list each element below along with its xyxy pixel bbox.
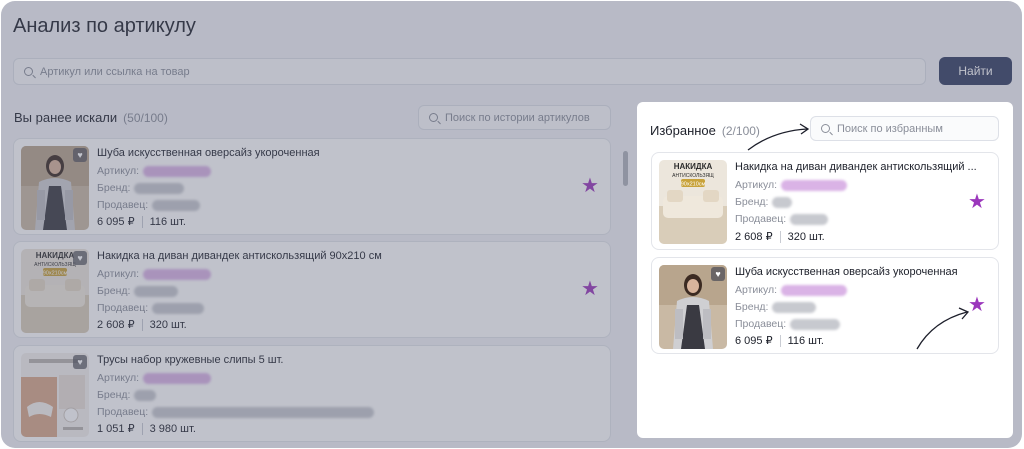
brand-row: Бренд: <box>735 196 793 208</box>
price-row: 6 095 ₽ 116 шт. <box>97 215 186 228</box>
search-placeholder: Артикул или ссылка на товар <box>40 65 190 78</box>
history-search-placeholder: Поиск по истории артикулов <box>445 111 590 124</box>
history-title: Вы ранее искали (50/100) <box>14 110 168 125</box>
brand-label: Бренд: <box>97 285 131 297</box>
price: 2 608 ₽ <box>97 319 135 331</box>
favorites-search-placeholder: Поиск по избранным <box>837 122 943 135</box>
article-row: Артикул: <box>735 284 848 296</box>
find-button[interactable]: Найти <box>939 57 1012 85</box>
seller-label: Продавец: <box>735 213 787 225</box>
product-title: Шуба искусственная оверсайз укороченная <box>97 147 320 159</box>
heart-icon[interactable]: ♥ <box>73 148 87 162</box>
page-title: Анализ по артикулу <box>13 15 196 37</box>
history-item[interactable]: ♥ Трусы набор кружевные слипы 5 шт. Арти… <box>13 345 611 442</box>
svg-text:АНТИСКОЛЬЗЯЩ: АНТИСКОЛЬЗЯЩ <box>672 173 714 179</box>
price-row: 2 608 ₽ 320 шт. <box>97 318 187 331</box>
brand-label: Бренд: <box>735 196 769 208</box>
product-image: НАКИДКА АНТИСКОЛЬЗЯЩ 90х210см <box>659 160 727 244</box>
seller-label: Продавец: <box>97 302 149 314</box>
favorites-title-label: Избранное <box>650 123 716 138</box>
product-image: ♥ <box>21 146 89 230</box>
history-item[interactable]: ♥ Шуба искусственная оверсайз укороченна… <box>13 138 611 235</box>
price: 6 095 ₽ <box>97 216 135 228</box>
svg-text:90х210см: 90х210см <box>43 271 68 277</box>
product-image: НАКИДКА АНТИСКОЛЬЗЯЩ 90х210см ♥ <box>21 249 89 333</box>
price-row: 6 095 ₽ 116 шт. <box>735 334 824 347</box>
brand-label: Бренд: <box>97 389 131 401</box>
favorite-item[interactable]: НАКИДКА АНТИСКОЛЬЗЯЩ 90х210см Накидка на… <box>651 152 999 250</box>
price: 2 608 ₽ <box>735 231 773 243</box>
star-icon[interactable]: ★ <box>581 176 599 196</box>
article-search-input[interactable]: Артикул или ссылка на товар <box>13 58 926 85</box>
search-icon <box>821 124 830 133</box>
product-image: ♥ <box>21 353 89 437</box>
article-row: Артикул: <box>97 165 212 177</box>
quantity: 320 шт. <box>149 318 187 331</box>
price: 6 095 ₽ <box>735 335 773 347</box>
quantity: 320 шт. <box>787 230 825 243</box>
seller-row: Продавец: <box>97 302 205 314</box>
history-count: (50/100) <box>123 111 168 125</box>
search-icon <box>24 67 33 76</box>
article-row: Артикул: <box>735 179 848 191</box>
seller-row: Продавец: <box>97 406 375 418</box>
quantity: 116 шт. <box>149 215 186 228</box>
product-title: Шуба искусственная оверсайз укороченная <box>735 266 958 278</box>
history-scrollbar[interactable] <box>623 151 628 186</box>
brand-row: Бренд: <box>97 389 157 401</box>
product-title: Накидка на диван дивандек антискользящий… <box>735 161 977 173</box>
product-title: Трусы набор кружевные слипы 5 шт. <box>97 354 284 366</box>
star-icon[interactable]: ★ <box>968 192 986 212</box>
seller-row: Продавец: <box>97 199 201 211</box>
seller-label: Продавец: <box>735 318 787 330</box>
brand-row: Бренд: <box>97 182 185 194</box>
quantity: 3 980 шт. <box>149 422 196 435</box>
seller-row: Продавец: <box>735 318 841 330</box>
brand-row: Бренд: <box>735 301 817 313</box>
price: 1 051 ₽ <box>97 423 135 435</box>
price-row: 2 608 ₽ 320 шт. <box>735 230 825 243</box>
search-icon <box>429 113 438 122</box>
app-window: Анализ по артикулу Артикул или ссылка на… <box>1 1 1022 448</box>
product-title: Накидка на диван дивандек антискользящий… <box>97 250 382 262</box>
heart-icon[interactable]: ♥ <box>73 355 87 369</box>
article-label: Артикул: <box>97 268 140 280</box>
seller-label: Продавец: <box>97 406 149 418</box>
article-row: Артикул: <box>97 268 212 280</box>
favorites-search-input[interactable]: Поиск по избранным <box>810 116 999 141</box>
star-icon[interactable]: ★ <box>581 279 599 299</box>
seller-row: Продавец: <box>735 213 829 225</box>
history-search-input[interactable]: Поиск по истории артикулов <box>418 105 611 130</box>
history-list: ♥ Шуба искусственная оверсайз укороченна… <box>13 138 612 448</box>
svg-text:АНТИСКОЛЬЗЯЩ: АНТИСКОЛЬЗЯЩ <box>34 262 76 268</box>
seller-label: Продавец: <box>97 199 149 211</box>
history-item[interactable]: НАКИДКА АНТИСКОЛЬЗЯЩ 90х210см ♥ Накидка … <box>13 241 611 338</box>
arrow-to-favorites-search <box>747 123 810 151</box>
product-image: ♥ <box>659 265 727 349</box>
favorites-panel: Избранное (2/100) Поиск по избранным НАКИ… <box>637 102 1013 438</box>
heart-icon[interactable]: ♥ <box>711 267 725 281</box>
svg-text:НАКИДКА: НАКИДКА <box>674 162 713 171</box>
article-label: Артикул: <box>735 284 778 296</box>
history-title-label: Вы ранее искали <box>14 110 118 125</box>
brand-label: Бренд: <box>97 182 131 194</box>
article-label: Артикул: <box>735 179 778 191</box>
brand-row: Бренд: <box>97 285 179 297</box>
article-row: Артикул: <box>97 372 212 384</box>
quantity: 116 шт. <box>787 334 824 347</box>
heart-icon[interactable]: ♥ <box>73 251 87 265</box>
article-label: Артикул: <box>97 372 140 384</box>
svg-text:90х210см: 90х210см <box>681 182 706 188</box>
favorites-title: Избранное (2/100) <box>650 123 760 138</box>
brand-label: Бренд: <box>735 301 769 313</box>
article-label: Артикул: <box>97 165 140 177</box>
price-row: 1 051 ₽ 3 980 шт. <box>97 422 196 435</box>
arrow-to-favorite-star <box>916 307 970 350</box>
svg-text:НАКИДКА: НАКИДКА <box>36 251 75 260</box>
